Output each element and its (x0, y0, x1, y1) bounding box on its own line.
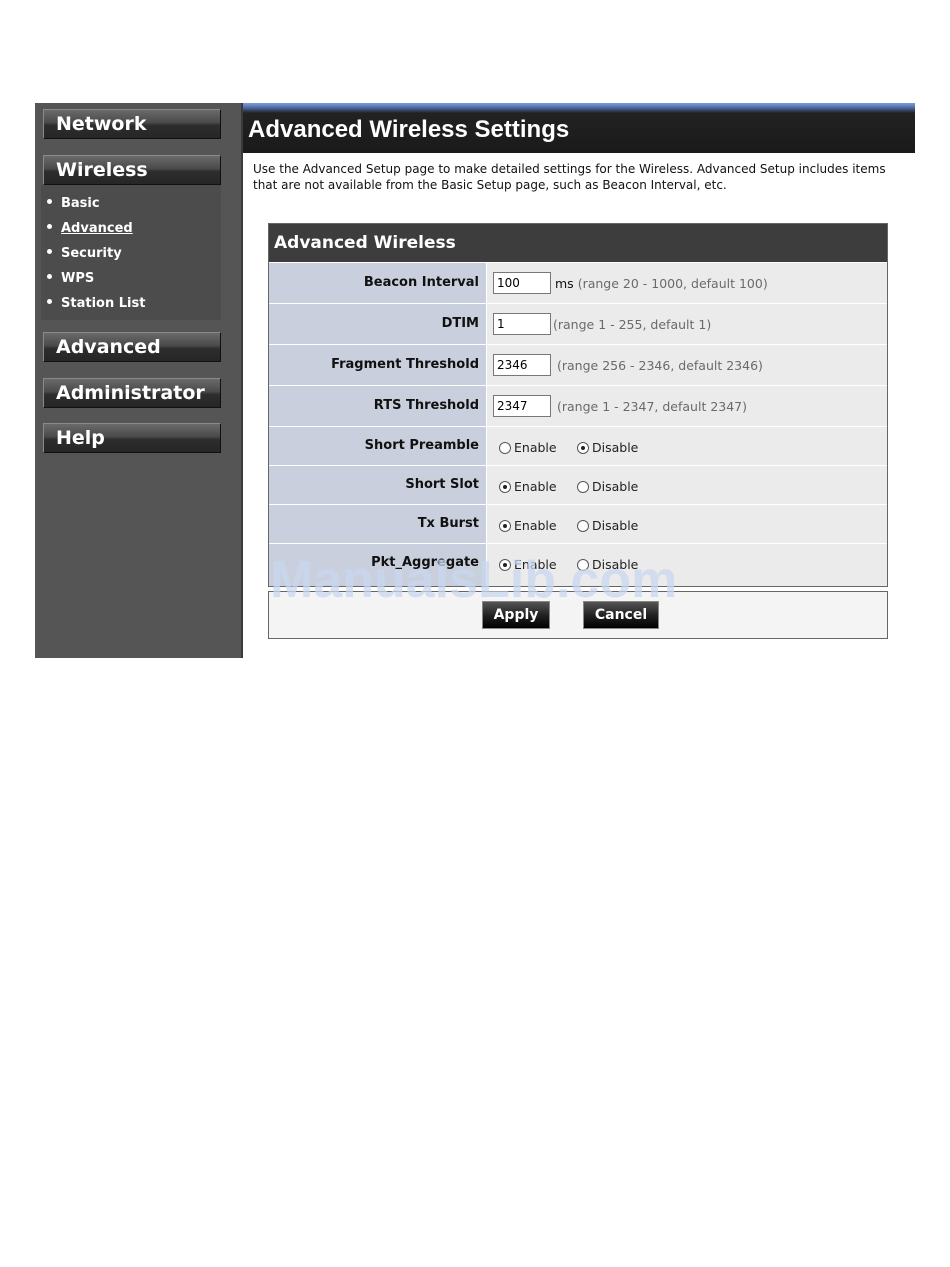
radio-circle-icon (577, 558, 589, 571)
intro-text: Use the Advanced Setup page to make deta… (253, 162, 886, 192)
beacon-interval-row: Beacon Interval ms (range 20 - 1000, def… (269, 262, 887, 303)
nav-network-button[interactable]: Network (43, 109, 221, 139)
tx-burst-disable-radio[interactable]: Disable (577, 518, 638, 533)
radio-label: Enable (514, 518, 557, 533)
button-bar: Apply Cancel (268, 591, 888, 639)
short-slot-enable-radio[interactable]: Enable (499, 479, 557, 494)
submenu-item-label: Advanced (61, 221, 133, 236)
fragment-threshold-row: Fragment Threshold (range 256 - 2346, de… (269, 344, 887, 385)
submenu-item-advanced[interactable]: Advanced (47, 221, 133, 236)
page-title: Advanced Wireless Settings (248, 116, 570, 143)
wireless-submenu: Basic Advanced Security WPS Station List (41, 185, 221, 320)
pkt-aggregate-row: Pkt_Aggregate Enable Disable (269, 543, 887, 586)
beacon-interval-hint: ms (range 20 - 1000, default 100) (555, 276, 768, 291)
radio-label: Enable (514, 440, 557, 455)
apply-button[interactable]: Apply (482, 601, 550, 629)
dtim-hint: (range 1 - 255, default 1) (553, 317, 712, 332)
pkt-aggregate-enable-radio[interactable]: Enable (499, 557, 557, 572)
beacon-interval-input[interactable] (493, 272, 551, 294)
fragment-threshold-label: Fragment Threshold (269, 345, 486, 385)
submenu-item-label: Security (61, 246, 122, 261)
short-preamble-label: Short Preamble (269, 427, 486, 465)
router-admin-frame: Network Wireless Basic Advanced Security… (35, 103, 915, 658)
short-preamble-value-cell: Enable Disable (487, 427, 887, 465)
tx-burst-row: Tx Burst Enable Disable (269, 504, 887, 543)
radio-circle-icon (577, 480, 589, 493)
fragment-threshold-value-cell: (range 256 - 2346, default 2346) (487, 345, 887, 385)
submenu-item-label: WPS (61, 271, 95, 286)
tx-burst-enable-radio[interactable]: Enable (499, 518, 557, 533)
short-slot-label: Short Slot (269, 466, 486, 504)
sidebar: Network Wireless Basic Advanced Security… (35, 103, 241, 658)
dtim-input[interactable] (493, 313, 551, 335)
rts-threshold-row: RTS Threshold (range 1 - 2347, default 2… (269, 385, 887, 426)
submenu-item-label: Station List (61, 296, 146, 311)
beacon-interval-label: Beacon Interval (269, 263, 486, 303)
submenu-item-station-list[interactable]: Station List (47, 296, 145, 311)
nav-advanced-button[interactable]: Advanced (43, 332, 221, 362)
nav-administrator-button[interactable]: Administrator (43, 378, 221, 408)
submenu-item-wps[interactable]: WPS (47, 271, 94, 286)
dtim-value-cell: (range 1 - 255, default 1) (487, 304, 887, 344)
radio-label: Disable (592, 440, 639, 455)
radio-label: Enable (514, 479, 557, 494)
beacon-interval-range: (range 20 - 1000, default 100) (577, 276, 768, 291)
fragment-threshold-input[interactable] (493, 354, 551, 376)
short-preamble-row: Short Preamble Enable Disable (269, 426, 887, 465)
rts-threshold-hint: (range 1 - 2347, default 2347) (557, 399, 748, 414)
short-preamble-disable-radio[interactable]: Disable (577, 440, 638, 455)
beacon-interval-value-cell: ms (range 20 - 1000, default 100) (487, 263, 887, 303)
short-slot-value-cell: Enable Disable (487, 466, 887, 504)
radio-label: Disable (592, 479, 639, 494)
main-content: Advanced Wireless Settings Use the Advan… (243, 103, 915, 658)
submenu-item-label: Basic (61, 196, 100, 211)
bullet-icon (47, 249, 52, 254)
radio-selected-icon (577, 441, 589, 454)
radio-label: Disable (592, 557, 639, 572)
pkt-aggregate-value-cell: Enable Disable (487, 544, 887, 586)
fragment-threshold-hint: (range 256 - 2346, default 2346) (557, 358, 763, 373)
submenu-item-security[interactable]: Security (47, 246, 122, 261)
beacon-interval-unit: ms (555, 276, 574, 291)
submenu-item-basic[interactable]: Basic (47, 196, 100, 211)
cancel-button[interactable]: Cancel (583, 601, 659, 629)
radio-circle-icon (499, 441, 511, 454)
radio-label: Enable (514, 557, 557, 572)
title-bar: Advanced Wireless Settings (243, 103, 915, 153)
dtim-label: DTIM (269, 304, 486, 344)
radio-selected-icon (499, 558, 511, 571)
short-preamble-enable-radio[interactable]: Enable (499, 440, 557, 455)
short-slot-disable-radio[interactable]: Disable (577, 479, 638, 494)
tx-burst-value-cell: Enable Disable (487, 505, 887, 543)
tx-burst-label: Tx Burst (269, 505, 486, 543)
bullet-icon (47, 299, 52, 304)
rts-threshold-input[interactable] (493, 395, 551, 417)
rts-threshold-label: RTS Threshold (269, 386, 486, 426)
rts-threshold-value-cell: (range 1 - 2347, default 2347) (487, 386, 887, 426)
dtim-row: DTIM (range 1 - 255, default 1) (269, 303, 887, 344)
radio-label: Disable (592, 518, 639, 533)
bullet-icon (47, 224, 52, 229)
bullet-icon (47, 199, 52, 204)
bullet-icon (47, 274, 52, 279)
pkt-aggregate-disable-radio[interactable]: Disable (577, 557, 638, 572)
radio-selected-icon (499, 519, 511, 532)
radio-selected-icon (499, 480, 511, 493)
nav-help-button[interactable]: Help (43, 423, 221, 453)
nav-wireless-button[interactable]: Wireless (43, 155, 221, 185)
panel-title: Advanced Wireless (269, 224, 887, 262)
advanced-wireless-panel: Advanced Wireless Beacon Interval ms (ra… (268, 223, 888, 587)
short-slot-row: Short Slot Enable Disable (269, 465, 887, 504)
radio-circle-icon (577, 519, 589, 532)
pkt-aggregate-label: Pkt_Aggregate (269, 544, 486, 586)
